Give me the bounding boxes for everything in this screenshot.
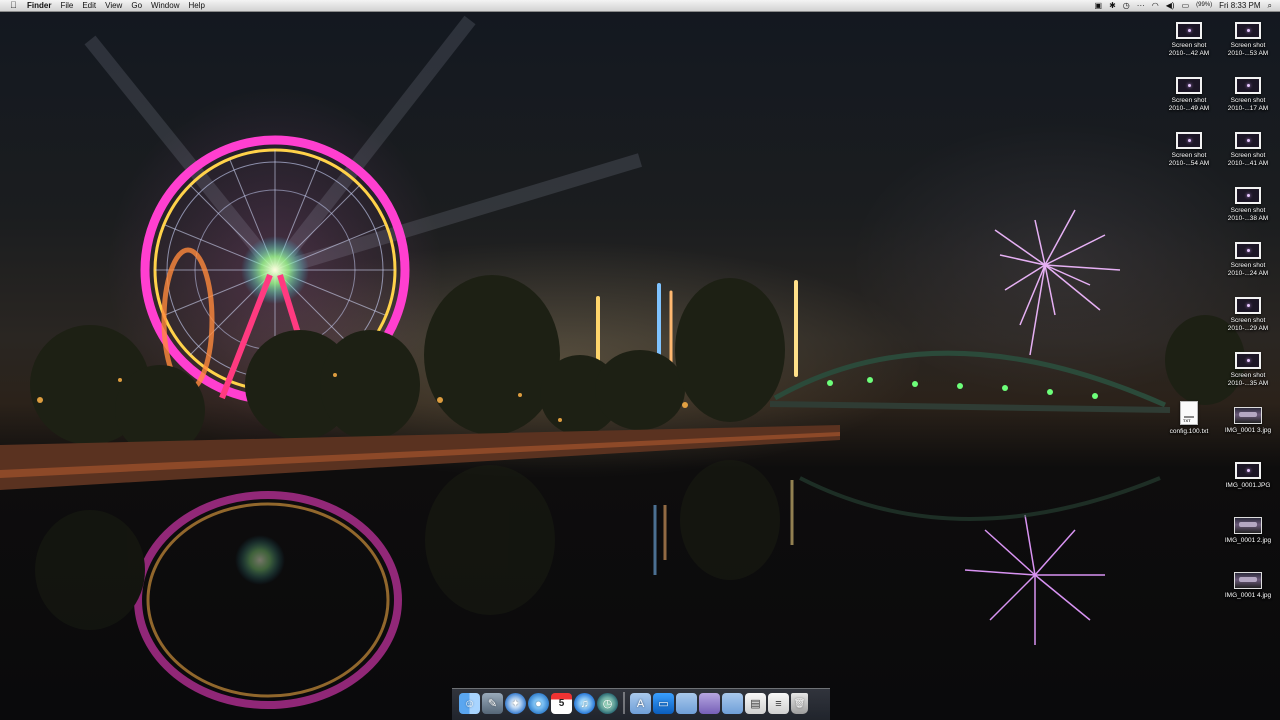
file-label: Screen shot	[1171, 42, 1207, 49]
menu-extras: ▣ ✱ ◷ ··· ◠ ◀) ▭ (99%) Fri 8:33 PM ⌕	[1095, 0, 1272, 11]
dock-safari-icon[interactable]: ✦	[505, 693, 526, 714]
file-sublabel: 2010-...38 AM	[1227, 214, 1269, 222]
desktop-file-screenshot[interactable]: Screen shot 2010-...53 AM	[1218, 22, 1278, 57]
file-sublabel: 2010-...42 AM	[1168, 49, 1210, 57]
dock-ical-icon[interactable]: 5	[551, 693, 572, 714]
menu-window[interactable]: Window	[151, 0, 179, 11]
txt-badge: TXT	[1183, 418, 1191, 423]
dots-icon[interactable]: ···	[1137, 0, 1145, 11]
dock-applications-folder-icon[interactable]: A	[630, 693, 651, 714]
file-sublabel: 2010-...35 AM	[1227, 379, 1269, 387]
desktop-file-photo[interactable]: IMG_0001 2.jpg	[1218, 517, 1278, 545]
menu-file[interactable]: File	[60, 0, 73, 11]
wallpaper-art	[0, 15, 1245, 709]
airplay-icon[interactable]: ▣	[1095, 0, 1103, 11]
desktop-wallpaper	[0, 0, 1280, 720]
fireworks	[964, 209, 1121, 645]
dock: ☺ ✎ ✦ ● 5 ♫ ◷ A ▭ ▤ ≡ 🗑	[452, 688, 830, 720]
file-sublabel: 2010-...49 AM	[1168, 104, 1210, 112]
menu-list: Finder File Edit View Go Window Help	[27, 0, 205, 11]
desktop-file-screenshot[interactable]: Screen shot 2010-...29 AM	[1218, 297, 1278, 332]
screenshot-thumbnail-icon	[1235, 22, 1261, 39]
desktop-file-screenshot[interactable]: Screen shot 2010-...54 AM	[1159, 132, 1219, 167]
menu-edit[interactable]: Edit	[82, 0, 96, 11]
dock-trash-icon[interactable]: 🗑	[791, 693, 808, 714]
dock-terminal-window-icon[interactable]: ▤	[745, 693, 766, 714]
desktop-file-screenshot[interactable]: Screen shot 2010-...17 AM	[1218, 77, 1278, 112]
file-label: Screen shot	[1230, 97, 1266, 104]
dock-screen-sharing-icon[interactable]: ▭	[653, 693, 674, 714]
photo-thumbnail-icon	[1234, 572, 1262, 589]
file-label: Screen shot	[1171, 152, 1207, 159]
desktop-file-image[interactable]: IMG_0001.JPG	[1218, 462, 1278, 490]
menu-go[interactable]: Go	[131, 0, 142, 11]
file-label: Screen shot	[1230, 207, 1266, 214]
screenshot-thumbnail-icon	[1176, 132, 1202, 149]
bluetooth-icon[interactable]: ✱	[1109, 0, 1116, 11]
file-label: IMG_0001 2.jpg	[1224, 537, 1272, 544]
screenshot-thumbnail-icon	[1235, 242, 1261, 259]
bridge	[769, 350, 1171, 413]
file-label: Screen shot	[1230, 317, 1266, 324]
file-label: Screen shot	[1230, 262, 1266, 269]
battery-percent: (99%)	[1196, 2, 1213, 8]
screenshot-thumbnail-icon	[1235, 352, 1261, 369]
file-label: Screen shot	[1230, 372, 1266, 379]
dock-items: ☺ ✎ ✦ ● 5 ♫ ◷ A ▭ ▤ ≡ 🗑	[459, 692, 808, 714]
screenshot-thumbnail-icon	[1176, 22, 1202, 39]
image-thumbnail-icon	[1235, 462, 1261, 479]
menu-finder[interactable]: Finder	[27, 0, 51, 11]
photo-thumbnail-icon	[1234, 407, 1262, 424]
apple-menu-icon[interactable]: 	[10, 0, 17, 11]
dock-time-machine-icon[interactable]: ◷	[597, 693, 618, 714]
text-document-icon: TXT	[1180, 401, 1198, 425]
screenshot-thumbnail-icon	[1235, 132, 1261, 149]
menu-clock[interactable]: Fri 8:33 PM	[1219, 0, 1260, 11]
menu-bar:  Finder File Edit View Go Window Help ▣…	[0, 0, 1280, 12]
desktop-file-screenshot[interactable]: Screen shot 2010-...42 AM	[1159, 22, 1219, 57]
screenshot-thumbnail-icon	[1176, 77, 1202, 94]
file-sublabel: 2010-...53 AM	[1227, 49, 1269, 57]
file-sublabel: 2010-...41 AM	[1227, 159, 1269, 167]
screenshot-thumbnail-icon	[1235, 77, 1261, 94]
desktop-file-text[interactable]: TXT config.100.txt	[1159, 401, 1219, 436]
desktop-file-screenshot[interactable]: Screen shot 2010-...49 AM	[1159, 77, 1219, 112]
file-label: IMG_0001 4.jpg	[1224, 592, 1272, 599]
desktop-file-screenshot[interactable]: Screen shot 2010-...41 AM	[1218, 132, 1278, 167]
screenshot-thumbnail-icon	[1235, 297, 1261, 314]
desktop-file-photo[interactable]: IMG_0001 3.jpg	[1218, 407, 1278, 435]
dock-facetime-icon[interactable]: ●	[528, 693, 549, 714]
file-label: config.100.txt	[1169, 428, 1209, 435]
file-label: IMG_0001.JPG	[1225, 482, 1271, 489]
file-label: IMG_0001 3.jpg	[1224, 427, 1272, 434]
time-machine-icon[interactable]: ◷	[1123, 0, 1130, 11]
file-label: Screen shot	[1230, 42, 1266, 49]
photo-thumbnail-icon	[1234, 517, 1262, 534]
dock-document-icon[interactable]: ≡	[768, 693, 789, 714]
screenshot-thumbnail-icon	[1235, 187, 1261, 204]
dock-finder-icon[interactable]: ☺	[459, 693, 480, 714]
file-sublabel: 2010-...24 AM	[1227, 269, 1269, 277]
battery-icon[interactable]: ▭	[1182, 0, 1190, 11]
volume-icon[interactable]: ◀)	[1166, 0, 1175, 11]
file-sublabel: 2010-...17 AM	[1227, 104, 1269, 112]
dock-preview-icon[interactable]: ✎	[482, 693, 503, 714]
dock-documents-folder-icon[interactable]	[676, 693, 697, 714]
dock-separator	[623, 692, 625, 714]
desktop-file-screenshot[interactable]: Screen shot 2010-...24 AM	[1218, 242, 1278, 277]
desktop-file-screenshot[interactable]: Screen shot 2010-...35 AM	[1218, 352, 1278, 387]
dock-photo-folder-icon[interactable]	[699, 693, 720, 714]
file-sublabel: 2010-...29 AM	[1227, 324, 1269, 332]
dock-itunes-icon[interactable]: ♫	[574, 693, 595, 714]
dock-downloads-folder-icon[interactable]	[722, 693, 743, 714]
menu-view[interactable]: View	[105, 0, 122, 11]
file-label: Screen shot	[1171, 97, 1207, 104]
file-label: Screen shot	[1230, 152, 1266, 159]
spotlight-icon[interactable]: ⌕	[1268, 0, 1272, 11]
wifi-icon[interactable]: ◠	[1152, 0, 1159, 11]
menu-help[interactable]: Help	[188, 0, 204, 11]
desktop-file-photo[interactable]: IMG_0001 4.jpg	[1218, 572, 1278, 600]
desktop-file-screenshot[interactable]: Screen shot 2010-...38 AM	[1218, 187, 1278, 222]
file-sublabel: 2010-...54 AM	[1168, 159, 1210, 167]
